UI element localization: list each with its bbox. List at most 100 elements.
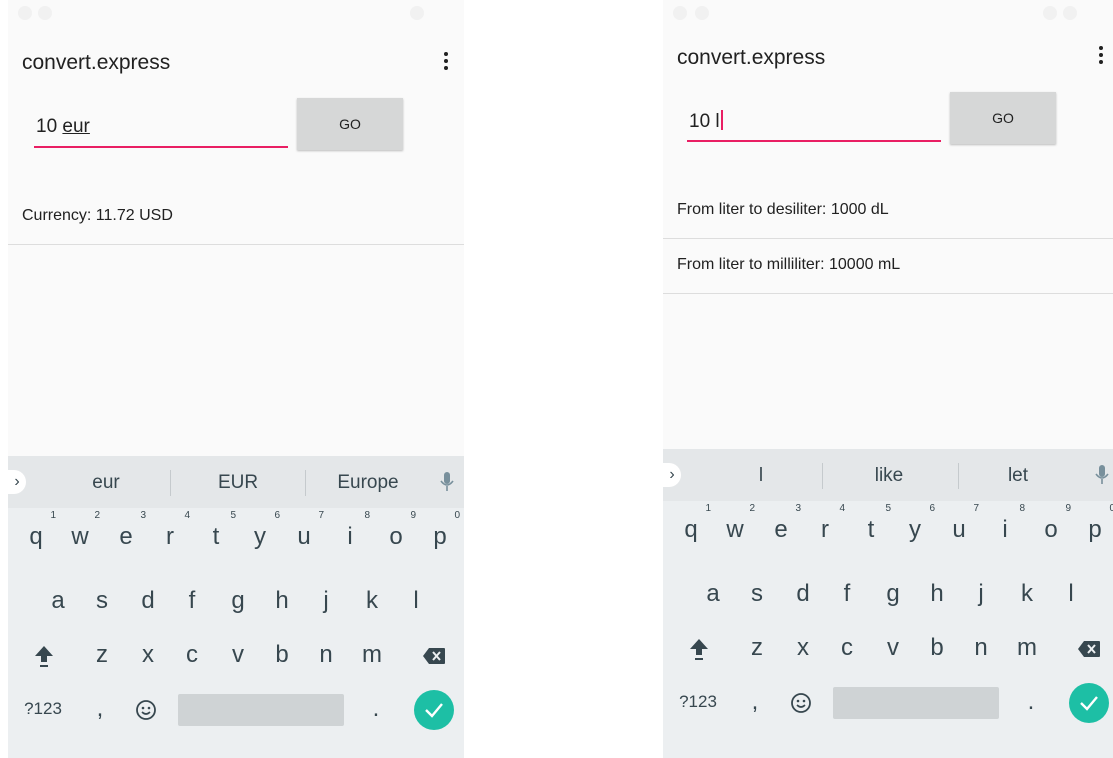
key-label: x xyxy=(797,634,809,661)
result-row[interactable]: From liter to milliliter: 10000 mL xyxy=(663,239,1113,294)
shift-icon[interactable] xyxy=(22,630,66,680)
key-label: c xyxy=(841,634,853,661)
key-h[interactable]: h xyxy=(915,569,959,619)
key-c[interactable]: c xyxy=(825,623,869,673)
key-x[interactable]: x xyxy=(126,630,170,680)
go-button[interactable]: GO xyxy=(950,92,1056,144)
key-d[interactable]: d xyxy=(126,576,170,626)
conversion-input[interactable]: 10 l xyxy=(687,102,941,142)
suggestion-1[interactable]: like xyxy=(829,465,949,487)
key-digit-hint: 4 xyxy=(184,510,190,521)
input-text: 10 xyxy=(36,116,63,137)
period-key[interactable]: . xyxy=(1009,677,1053,727)
key-label: q xyxy=(684,516,698,543)
more-vert-icon[interactable] xyxy=(1091,42,1111,68)
key-label: f xyxy=(843,580,851,607)
key-s[interactable]: s xyxy=(80,576,124,626)
space-bar[interactable] xyxy=(833,687,999,719)
key-g[interactable]: g xyxy=(216,576,260,626)
key-b[interactable]: b xyxy=(915,623,959,673)
key-l[interactable]: l xyxy=(394,576,438,626)
key-e[interactable]: e3 xyxy=(104,510,148,562)
period-key[interactable]: . xyxy=(354,684,398,734)
suggestion-0[interactable]: l xyxy=(701,465,821,487)
key-label: t xyxy=(212,523,220,550)
result-text: Currency: 11.72 USD xyxy=(22,207,173,224)
key-x[interactable]: x xyxy=(781,623,825,673)
result-row[interactable]: From liter to desiliter: 1000 dL xyxy=(663,184,1113,239)
key-w[interactable]: w2 xyxy=(713,503,757,555)
key-r[interactable]: r4 xyxy=(148,510,192,562)
key-n[interactable]: n xyxy=(304,630,348,680)
key-t[interactable]: t5 xyxy=(849,503,893,555)
key-y[interactable]: y6 xyxy=(238,510,282,562)
suggestion-0[interactable]: eur xyxy=(46,472,166,494)
key-c[interactable]: c xyxy=(170,630,214,680)
key-f[interactable]: f xyxy=(825,569,869,619)
more-vert-icon[interactable] xyxy=(436,48,456,74)
backspace-icon[interactable] xyxy=(412,630,456,680)
symbols-key[interactable]: ?123 xyxy=(671,677,725,727)
key-u[interactable]: u7 xyxy=(282,510,326,562)
shift-icon[interactable] xyxy=(677,623,721,673)
chevron-right-icon[interactable]: › xyxy=(663,463,681,487)
conversion-input[interactable]: 10 eur xyxy=(34,108,288,148)
space-bar[interactable] xyxy=(178,694,344,726)
backspace-icon[interactable] xyxy=(1067,623,1111,673)
key-z[interactable]: z xyxy=(80,630,124,680)
comma-key[interactable]: , xyxy=(733,677,777,727)
go-button[interactable]: GO xyxy=(297,98,403,150)
key-q[interactable]: q1 xyxy=(669,503,713,555)
key-m[interactable]: m xyxy=(350,630,394,680)
key-w[interactable]: w2 xyxy=(58,510,102,562)
phone-screen-volume: convert.express 10 l GO From liter to de… xyxy=(663,0,1113,758)
chevron-right-icon[interactable]: › xyxy=(8,470,26,494)
key-k[interactable]: k xyxy=(350,576,394,626)
key-r[interactable]: r4 xyxy=(803,503,847,555)
key-i[interactable]: i8 xyxy=(328,510,372,562)
key-k[interactable]: k xyxy=(1005,569,1049,619)
key-a[interactable]: a xyxy=(36,576,80,626)
suggestion-1[interactable]: EUR xyxy=(178,472,298,494)
emoji-icon[interactable] xyxy=(124,684,168,734)
key-i[interactable]: i8 xyxy=(983,503,1027,555)
key-l[interactable]: l xyxy=(1049,569,1093,619)
key-g[interactable]: g xyxy=(871,569,915,619)
suggestion-2[interactable]: Europe xyxy=(308,472,428,494)
key-v[interactable]: v xyxy=(216,630,260,680)
key-m[interactable]: m xyxy=(1005,623,1049,673)
key-f[interactable]: f xyxy=(170,576,214,626)
key-label: y xyxy=(909,516,921,543)
key-o[interactable]: o9 xyxy=(374,510,418,562)
key-j[interactable]: j xyxy=(304,576,348,626)
key-y[interactable]: y6 xyxy=(893,503,937,555)
mic-icon[interactable] xyxy=(440,471,454,493)
check-icon[interactable] xyxy=(1069,683,1109,723)
comma-key[interactable]: , xyxy=(78,684,122,734)
key-v[interactable]: v xyxy=(871,623,915,673)
key-label: k xyxy=(366,587,378,614)
key-u[interactable]: u7 xyxy=(937,503,981,555)
key-s[interactable]: s xyxy=(735,569,779,619)
mic-icon[interactable] xyxy=(1095,464,1109,486)
key-n[interactable]: n xyxy=(959,623,1003,673)
key-q[interactable]: q1 xyxy=(14,510,58,562)
key-h[interactable]: h xyxy=(260,576,304,626)
check-icon[interactable] xyxy=(414,690,454,730)
symbols-key[interactable]: ?123 xyxy=(16,684,70,734)
key-b[interactable]: b xyxy=(260,630,304,680)
key-p[interactable]: p0 xyxy=(418,510,462,562)
key-j[interactable]: j xyxy=(959,569,1003,619)
key-p[interactable]: p0 xyxy=(1073,503,1113,555)
key-z[interactable]: z xyxy=(735,623,779,673)
suggestion-2[interactable]: let xyxy=(958,465,1078,487)
result-row[interactable]: Currency: 11.72 USD xyxy=(8,190,464,245)
key-digit-hint: 5 xyxy=(230,510,236,521)
soft-keyboard: › l like let q1w2e3r4t5y6u7i8o9p0 asdfghj… xyxy=(663,449,1113,758)
key-e[interactable]: e3 xyxy=(759,503,803,555)
key-o[interactable]: o9 xyxy=(1029,503,1073,555)
key-t[interactable]: t5 xyxy=(194,510,238,562)
emoji-icon[interactable] xyxy=(779,677,823,727)
key-a[interactable]: a xyxy=(691,569,735,619)
key-d[interactable]: d xyxy=(781,569,825,619)
